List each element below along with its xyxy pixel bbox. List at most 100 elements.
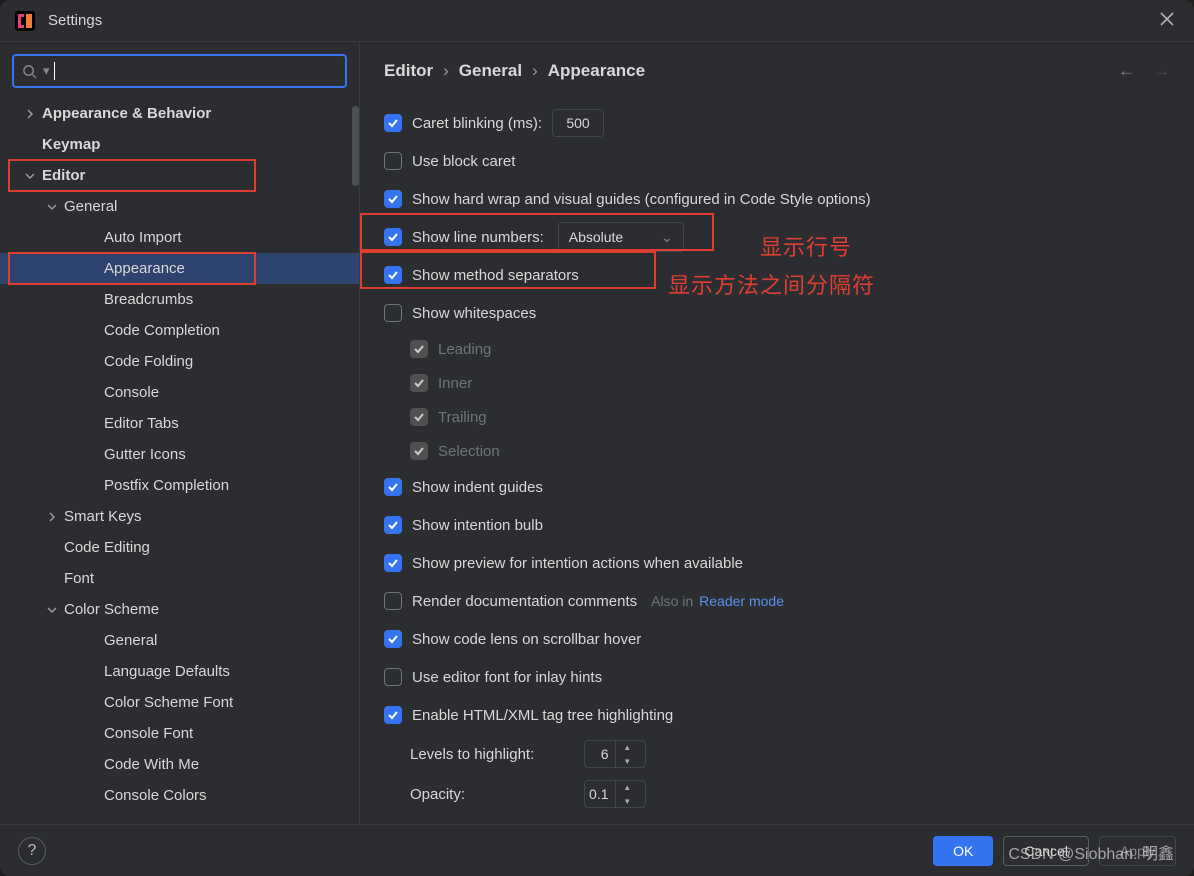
sidebar-item-code-with-me[interactable]: Code With Me <box>0 749 359 780</box>
line-numbers-mode-dropdown[interactable]: Absolute ⌄ <box>558 222 684 252</box>
sidebar-item-general[interactable]: General <box>0 625 359 656</box>
opt-show-whitespaces: Show whitespaces <box>384 294 1170 332</box>
spinner-down-icon[interactable]: ▼ <box>616 794 640 808</box>
sidebar-item-label: Postfix Completion <box>104 477 229 494</box>
chevron-placeholder <box>84 354 100 370</box>
sidebar-item-appearance[interactable]: Appearance <box>0 253 359 284</box>
sidebar-item-label: Language Defaults <box>104 663 230 680</box>
chevron-right-icon[interactable] <box>22 106 38 122</box>
chevron-placeholder <box>44 571 60 587</box>
opt-ws-leading: Leading <box>384 332 1170 366</box>
levels-spinner[interactable]: 6 ▲▼ <box>584 740 646 768</box>
sidebar-item-general[interactable]: General <box>0 191 359 222</box>
sidebar-item-console[interactable]: Console <box>0 377 359 408</box>
sidebar-item-postfix-completion[interactable]: Postfix Completion <box>0 470 359 501</box>
sidebar-item-editor-tabs[interactable]: Editor Tabs <box>0 408 359 439</box>
checkbox-show-method-separators[interactable] <box>384 266 402 284</box>
sidebar-item-label: Appearance <box>104 260 185 277</box>
sidebar-item-label: Code With Me <box>104 756 199 773</box>
sidebar-item-code-editing[interactable]: Code Editing <box>0 532 359 563</box>
search-icon <box>22 64 37 79</box>
sidebar-item-font[interactable]: Font <box>0 563 359 594</box>
opt-ws-selection: Selection <box>384 434 1170 468</box>
sidebar-item-language-defaults[interactable]: Language Defaults <box>0 656 359 687</box>
reader-mode-link[interactable]: Reader mode <box>699 593 784 609</box>
chevron-down-icon[interactable] <box>44 199 60 215</box>
caret-blinking-input[interactable] <box>552 109 604 137</box>
opt-show-code-lens: Show code lens on scrollbar hover <box>384 620 1170 658</box>
checkbox-show-whitespaces[interactable] <box>384 304 402 322</box>
settings-sidebar: ▾ Appearance & BehaviorKeymapEditorGener… <box>0 42 360 824</box>
checkbox-render-doc-comments[interactable] <box>384 592 402 610</box>
chevron-right-icon[interactable] <box>44 509 60 525</box>
sidebar-item-label: Font <box>64 570 94 587</box>
chevron-right-icon: › <box>443 61 449 81</box>
help-button[interactable]: ? <box>18 837 46 865</box>
sidebar-item-label: Breadcrumbs <box>104 291 193 308</box>
nav-back-icon[interactable]: ← <box>1118 61 1135 81</box>
sidebar-item-gutter-icons[interactable]: Gutter Icons <box>0 439 359 470</box>
spinner-down-icon[interactable]: ▼ <box>616 754 640 768</box>
sidebar-item-color-scheme[interactable]: Color Scheme <box>0 594 359 625</box>
opt-show-preview-intent: Show preview for intention actions when … <box>384 544 1170 582</box>
sidebar-item-label: Editor Tabs <box>104 415 179 432</box>
checkbox-html-xml-tree[interactable] <box>384 706 402 724</box>
ok-button[interactable]: OK <box>933 836 993 866</box>
checkbox-editor-font-inlay[interactable] <box>384 668 402 686</box>
opt-caret-blinking: Caret blinking (ms): <box>384 104 1170 142</box>
sidebar-item-console-font[interactable]: Console Font <box>0 718 359 749</box>
sidebar-item-breadcrumbs[interactable]: Breadcrumbs <box>0 284 359 315</box>
opt-ws-inner: Inner <box>384 366 1170 400</box>
search-input[interactable]: ▾ <box>12 54 347 88</box>
chevron-down-icon[interactable] <box>22 168 38 184</box>
checkbox-show-hard-wrap[interactable] <box>384 190 402 208</box>
spinner-up-icon[interactable]: ▲ <box>616 780 640 794</box>
cancel-button[interactable]: Cancel <box>1003 836 1089 866</box>
settings-content: Editor › General › Appearance ← → Caret … <box>360 42 1194 824</box>
sidebar-item-label: Keymap <box>42 136 100 153</box>
opt-ws-trailing: Trailing <box>384 400 1170 434</box>
chevron-placeholder <box>84 261 100 277</box>
sidebar-item-code-completion[interactable]: Code Completion <box>0 315 359 346</box>
settings-tree: Appearance & BehaviorKeymapEditorGeneral… <box>0 94 359 824</box>
chevron-placeholder <box>84 478 100 494</box>
sidebar-item-smart-keys[interactable]: Smart Keys <box>0 501 359 532</box>
sidebar-scrollbar[interactable] <box>352 106 359 186</box>
spinner-up-icon[interactable]: ▲ <box>616 740 640 754</box>
sidebar-item-appearance-behavior[interactable]: Appearance & Behavior <box>0 98 359 129</box>
checkbox-show-intention-bulb[interactable] <box>384 516 402 534</box>
checkbox-use-block-caret[interactable] <box>384 152 402 170</box>
sidebar-item-console-colors[interactable]: Console Colors <box>0 780 359 811</box>
sidebar-item-editor[interactable]: Editor <box>0 160 359 191</box>
crumb-editor[interactable]: Editor <box>384 61 433 81</box>
opt-opacity: Opacity: 0.1 ▲▼ <box>384 774 1170 814</box>
sidebar-item-code-folding[interactable]: Code Folding <box>0 346 359 377</box>
sidebar-item-keymap[interactable]: Keymap <box>0 129 359 160</box>
sidebar-item-label: Console Colors <box>104 787 207 804</box>
opt-show-line-numbers: Show line numbers: Absolute ⌄ <box>384 218 1170 256</box>
sidebar-item-label: Color Scheme Font <box>104 694 233 711</box>
chevron-placeholder <box>84 385 100 401</box>
chevron-placeholder <box>84 695 100 711</box>
checkbox-show-indent-guides[interactable] <box>384 478 402 496</box>
sidebar-item-auto-import[interactable]: Auto Import <box>0 222 359 253</box>
chevron-down-icon[interactable] <box>44 602 60 618</box>
checkbox-show-code-lens[interactable] <box>384 630 402 648</box>
opt-render-doc-comments: Render documentation comments Also in Re… <box>384 582 1170 620</box>
opt-show-intention-bulb: Show intention bulb <box>384 506 1170 544</box>
opt-show-hard-wrap: Show hard wrap and visual guides (config… <box>384 180 1170 218</box>
checkbox-caret-blinking[interactable] <box>384 114 402 132</box>
checkbox-show-line-numbers[interactable] <box>384 228 402 246</box>
apply-button[interactable]: Apply <box>1099 836 1176 866</box>
checkbox-ws-selection <box>410 442 428 460</box>
opacity-spinner[interactable]: 0.1 ▲▼ <box>584 780 646 808</box>
breadcrumb: Editor › General › Appearance ← → <box>360 42 1194 100</box>
sidebar-item-label: Smart Keys <box>64 508 142 525</box>
crumb-general[interactable]: General <box>459 61 522 81</box>
close-icon[interactable] <box>1154 4 1180 37</box>
sidebar-item-label: Gutter Icons <box>104 446 186 463</box>
sidebar-item-color-scheme-font[interactable]: Color Scheme Font <box>0 687 359 718</box>
checkbox-show-preview-intent[interactable] <box>384 554 402 572</box>
crumb-appearance: Appearance <box>548 61 645 81</box>
checkbox-ws-trailing <box>410 408 428 426</box>
